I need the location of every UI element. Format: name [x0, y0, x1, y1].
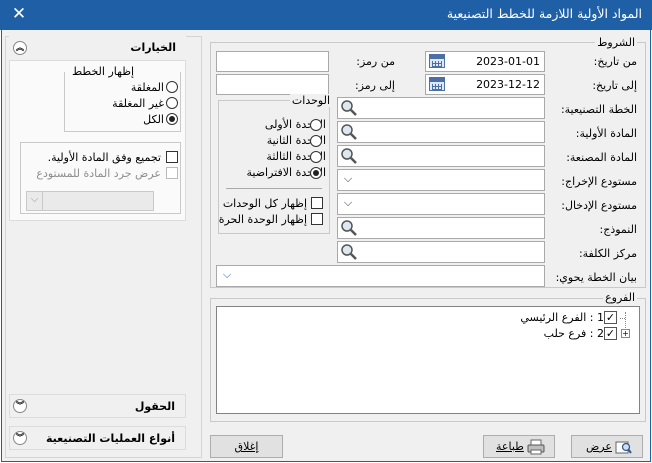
title-bar: المواد الأولية اللازمة للخطط التصنيعية ✕: [0, 0, 652, 30]
double-chevron-up-icon[interactable]: ︽: [13, 41, 27, 55]
close-button[interactable]: إغلاق: [210, 435, 283, 458]
in-warehouse-label: مستودع الإدخال:: [561, 199, 637, 212]
plan-option-all[interactable]: الكل: [143, 113, 164, 126]
plan-radio-closed[interactable]: [166, 81, 178, 93]
printer-icon: [527, 439, 545, 455]
in-warehouse-dropdown[interactable]: [337, 193, 545, 215]
to-code-label: إلى رمز:: [354, 79, 395, 92]
print-button-label: طباعة: [496, 440, 524, 453]
from-code-label: من رمز:: [356, 55, 395, 68]
plan-radio-all[interactable]: [166, 113, 178, 125]
close-button-label: إغلاق: [234, 440, 259, 453]
double-chevron-down-icon[interactable]: ︾: [13, 399, 27, 413]
magnifier-icon[interactable]: [339, 122, 359, 142]
show-inventory-label: عرض جرد المادة للمستودع: [36, 167, 161, 180]
form-field[interactable]: [337, 217, 545, 239]
view-button-label: عرض: [586, 440, 612, 453]
conditions-legend: الشروط: [595, 36, 637, 49]
show-all-units-label[interactable]: إظهار كل الوحدات: [223, 197, 307, 210]
branch-item-checkbox[interactable]: ✓: [604, 327, 617, 340]
to-code-field[interactable]: [216, 74, 329, 95]
cost-center-field[interactable]: [337, 241, 545, 263]
branches-legend: الفروع: [603, 291, 637, 304]
plan-label: الخطة التصنيعية:: [560, 103, 637, 116]
to-date-label: إلى تاريخ:: [592, 79, 637, 92]
plan-option-closed[interactable]: المغلقة: [131, 81, 164, 94]
show-inventory-checkbox: [166, 167, 178, 179]
unit-radio-2[interactable]: [310, 135, 322, 147]
group-by-material-label[interactable]: تجميع وفق المادة الأولية.: [48, 151, 161, 164]
chevron-down-icon[interactable]: ⌵: [338, 194, 358, 214]
magnifier-icon[interactable]: [339, 242, 359, 262]
branch-item-checkbox[interactable]: ✓: [604, 311, 617, 324]
branch-item-label[interactable]: 2 : فرع حلب: [544, 327, 604, 340]
cost-center-label: مركز الكلفة:: [578, 247, 637, 260]
plan-radio-open[interactable]: [166, 97, 178, 109]
magnifier-icon[interactable]: [339, 98, 359, 118]
raw-material-label: المادة الأولية:: [575, 127, 637, 140]
options-panel-title: الخيارات: [130, 41, 176, 54]
chevron-down-icon: ⌵: [27, 192, 43, 210]
units-divider: [226, 188, 322, 189]
units-legend: الوحدات: [289, 94, 332, 107]
out-warehouse-dropdown[interactable]: [337, 169, 545, 191]
fields-panel-title: الحقول: [134, 400, 175, 413]
fields-panel-header[interactable]: الحقول: [9, 394, 186, 418]
magnifier-icon[interactable]: [339, 218, 359, 238]
plan-statement-dropdown[interactable]: [216, 265, 545, 287]
show-free-unit-label[interactable]: إظهار الوحدة الحرة: [219, 213, 307, 226]
expand-icon[interactable]: +: [621, 329, 630, 338]
warehouse-select-disabled: [26, 191, 154, 211]
close-window-button[interactable]: ✕: [8, 3, 30, 25]
plan-option-open[interactable]: غير المغلقة: [112, 97, 164, 110]
product-label: المادة المصنعة:: [566, 151, 637, 164]
group-by-material-checkbox[interactable]: [166, 151, 178, 163]
form-label: النموذج:: [599, 223, 637, 236]
branch-item-label[interactable]: 1 : الفرع الرئيسي: [520, 311, 604, 324]
tree-connector: [620, 318, 625, 319]
magnifier-icon[interactable]: [339, 146, 359, 166]
plan-statement-label: بيان الخطة يحوي:: [555, 271, 637, 284]
from-code-field[interactable]: [216, 51, 329, 72]
ops-panel-title: أنواع العمليات التصنيعية: [46, 432, 175, 445]
unit-radio-4[interactable]: [310, 167, 322, 179]
show-free-unit-checkbox[interactable]: [311, 213, 323, 225]
window-title: المواد الأولية اللازمة للخطط التصنيعية: [446, 6, 642, 21]
view-button[interactable]: عرض: [571, 435, 643, 458]
chevron-down-icon[interactable]: ⌵: [338, 170, 358, 190]
unit-radio-3[interactable]: [310, 151, 322, 163]
out-warehouse-label: مستودع الإخراج:: [561, 175, 637, 188]
raw-material-field[interactable]: [337, 121, 545, 143]
unit-radio-1[interactable]: [310, 119, 322, 131]
calendar-icon[interactable]: [429, 54, 445, 68]
product-field[interactable]: [337, 145, 545, 167]
calendar-icon[interactable]: [429, 77, 445, 91]
view-report-icon: [615, 441, 632, 454]
plan-field[interactable]: [337, 97, 545, 119]
show-all-units-checkbox[interactable]: [311, 197, 323, 209]
options-panel-header[interactable]: الخيارات: [9, 36, 186, 60]
from-date-label: من تاريخ:: [593, 55, 637, 68]
print-button[interactable]: طباعة: [483, 435, 555, 458]
chevron-down-icon[interactable]: ⌵: [217, 266, 237, 286]
close-icon: ✕: [11, 4, 27, 24]
double-chevron-down-icon[interactable]: ︾: [13, 431, 27, 445]
ops-panel-header[interactable]: أنواع العمليات التصنيعية: [9, 426, 186, 450]
